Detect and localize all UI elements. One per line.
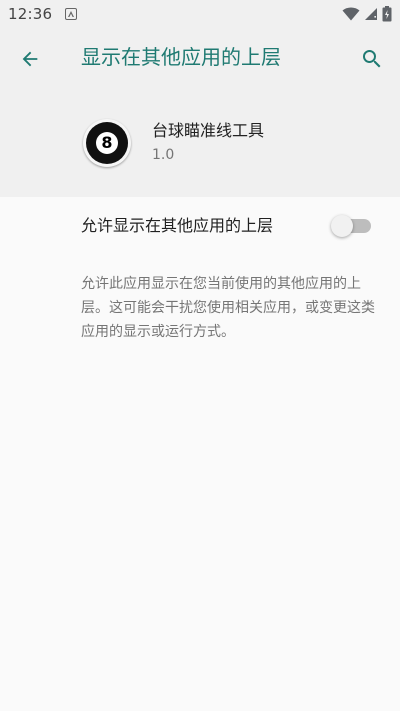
back-button[interactable] — [14, 43, 46, 75]
signal-icon — [365, 7, 377, 20]
status-icons — [342, 5, 392, 22]
app-version: 1.0 — [152, 147, 175, 163]
status-bar: 12:36 — [0, 0, 400, 27]
allow-overlay-label: 允许显示在其他应用的上层 — [81, 216, 274, 235]
app-name: 台球瞄准线工具 — [152, 121, 265, 140]
app-icon: 8 — [83, 119, 131, 167]
wifi-icon — [342, 7, 360, 20]
search-icon — [363, 50, 381, 68]
search-button[interactable] — [356, 43, 388, 75]
setting-description: 允许此应用显示在您当前使用的其他应用的上层。这可能会干扰您使用相关应用，或变更这… — [81, 276, 375, 340]
app-bar: 显示在其他应用的上层 — [0, 27, 400, 89]
allow-overlay-setting[interactable]: 允许显示在其他应用的上层 — [0, 197, 400, 255]
app-header: 8 台球瞄准线工具 1.0 — [0, 89, 400, 197]
switch-thumb — [331, 215, 353, 237]
allow-overlay-switch[interactable] — [331, 215, 373, 237]
android-a-icon — [65, 7, 78, 20]
status-time: 12:36 — [8, 4, 53, 23]
arrow-back-icon — [22, 51, 38, 67]
battery-icon — [382, 5, 392, 21]
eight-ball-number: 8 — [96, 132, 118, 154]
page-title: 显示在其他应用的上层 — [81, 45, 281, 69]
eight-ball-icon: 8 — [86, 122, 128, 164]
